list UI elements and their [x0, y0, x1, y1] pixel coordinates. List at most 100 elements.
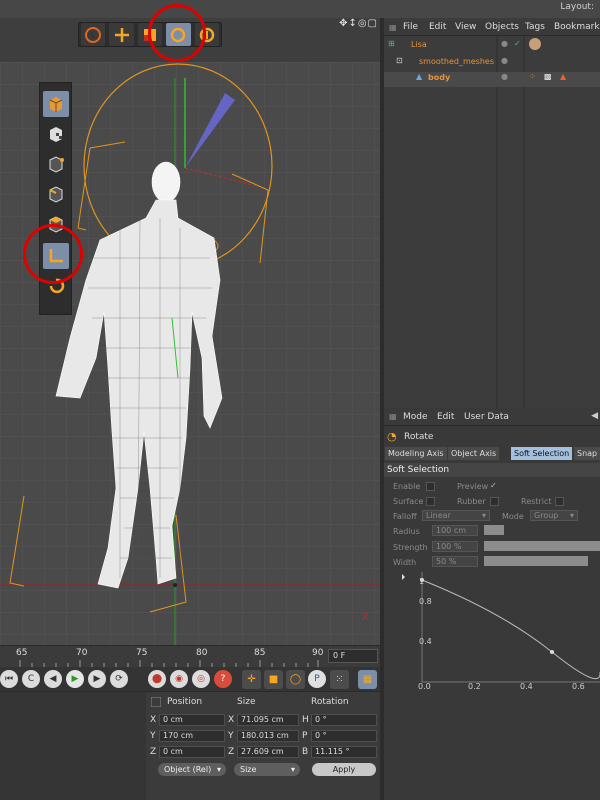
rotation-h-field[interactable]: 0 °: [311, 714, 377, 726]
step-back-icon: ◀: [49, 674, 57, 684]
texture-mode-button[interactable]: [43, 121, 69, 147]
graph-y-label: 0.8: [419, 597, 432, 606]
mode-dropdown[interactable]: Group ▾: [530, 510, 578, 521]
menu-file[interactable]: File: [403, 22, 418, 32]
previous-key-button[interactable]: C: [22, 670, 40, 688]
surface-checkbox[interactable]: [426, 497, 435, 506]
key-position-button[interactable]: ✛: [242, 670, 261, 689]
timeline-button[interactable]: ▦: [358, 670, 377, 689]
falloff-graph[interactable]: 1 0.8 0.4 0.0 0.2 0.4 0.6: [402, 572, 600, 692]
size-x-field[interactable]: 71.095 cm: [237, 714, 299, 726]
menu-tags[interactable]: Tags: [525, 22, 545, 32]
graph-x-label: 0.4: [520, 682, 533, 691]
record-active-button[interactable]: ◉: [170, 670, 188, 688]
size-mode-dropdown[interactable]: Size ▾: [234, 763, 300, 776]
tab-soft-selection[interactable]: Soft Selection: [511, 447, 573, 460]
texture-tag-icon[interactable]: ⁘: [529, 72, 536, 81]
pos-axis-label: Y: [150, 731, 156, 741]
menu-bookmarks[interactable]: Bookmarks: [554, 22, 600, 32]
autokey-button[interactable]: ◎: [192, 670, 210, 688]
play-icon: ▶: [71, 674, 79, 684]
material-panel: [0, 692, 146, 800]
section-header: Soft Selection: [384, 463, 600, 477]
checker-tag-icon[interactable]: ▩: [544, 72, 552, 81]
graph-x-label: 0.2: [468, 682, 481, 691]
model-mode-button[interactable]: [43, 91, 69, 117]
viewport-nav-icons[interactable]: ✥↕◎▢: [339, 18, 378, 29]
record-button[interactable]: ⬤: [148, 670, 166, 688]
rotation-b-field[interactable]: 11.115 °: [311, 746, 377, 758]
rubber-checkbox[interactable]: [490, 497, 499, 506]
coordinate-mode-dropdown[interactable]: Object (Rel) ▾: [158, 763, 226, 776]
position-y-field[interactable]: 170 cm: [159, 730, 225, 742]
object-name[interactable]: smoothed_meshes: [419, 57, 494, 66]
menu-objects[interactable]: Objects: [485, 22, 519, 32]
tab-object-axis[interactable]: Object Axis: [448, 447, 500, 460]
strength-slider[interactable]: [484, 541, 600, 551]
radius-field[interactable]: 100 cm: [432, 525, 478, 536]
film-icon: ▦: [362, 674, 373, 685]
help-key-button[interactable]: ?: [214, 670, 232, 688]
rotation-p-field[interactable]: 0 °: [311, 730, 377, 742]
menu-view[interactable]: View: [455, 22, 476, 32]
falloff-dropdown[interactable]: Linear ▾: [422, 510, 490, 521]
key-param-button[interactable]: P: [308, 670, 326, 688]
chevron-down-icon: ▾: [290, 765, 295, 774]
menu-user-data[interactable]: User Data: [464, 412, 509, 422]
move-button[interactable]: [109, 23, 134, 46]
layout-label[interactable]: Layout:: [560, 2, 594, 12]
visibility-dots-icon[interactable]: ●: [501, 39, 508, 48]
strength-field[interactable]: 100 %: [432, 541, 478, 552]
key-scale-button[interactable]: ■: [264, 670, 283, 689]
enable-checkbox[interactable]: [426, 482, 435, 491]
live-selection-button[interactable]: [81, 23, 106, 46]
play-button[interactable]: ▶: [66, 670, 84, 688]
timeline-ruler[interactable]: 65 70 75 80 85 90: [0, 645, 325, 667]
key-pla-button[interactable]: ⁙: [330, 670, 349, 689]
object-name[interactable]: Lisa: [411, 40, 427, 49]
frame-field[interactable]: 0 F: [328, 649, 378, 663]
chevron-down-icon: ▾: [569, 511, 574, 520]
restrict-label: Restrict: [521, 497, 552, 506]
edges-mode-button[interactable]: [43, 181, 69, 207]
object-row-lisa[interactable]: ⊞ Lisa ● ✓: [384, 38, 600, 54]
preview-checkbox[interactable]: ✓: [490, 481, 497, 490]
sphere-tag-icon[interactable]: [529, 38, 541, 50]
points-mode-button[interactable]: [43, 151, 69, 177]
position-x-field[interactable]: 0 cm: [159, 714, 225, 726]
key-rotation-button[interactable]: ◯: [286, 670, 305, 689]
next-frame-button[interactable]: ▶: [88, 670, 106, 688]
mode-label: Mode: [502, 512, 524, 521]
tab-snap[interactable]: Snap: [574, 447, 600, 460]
tab-modeling-axis[interactable]: Modeling Axis: [385, 447, 447, 460]
object-name[interactable]: body: [428, 73, 450, 82]
size-z-field[interactable]: 27.609 cm: [237, 746, 299, 758]
phong-tag-icon[interactable]: ▲: [560, 72, 566, 81]
apply-button[interactable]: Apply: [312, 763, 376, 776]
rubber-label: Rubber: [457, 497, 486, 506]
width-slider[interactable]: [484, 556, 588, 566]
points-icon: [49, 156, 64, 173]
previous-frame-button[interactable]: ◀: [44, 670, 62, 688]
rot-axis-label: H: [302, 715, 309, 725]
back-arrow-icon[interactable]: ◀: [591, 411, 598, 421]
checkmark-icon[interactable]: ✓: [514, 39, 521, 48]
skip-back-icon: ⏮: [4, 674, 14, 684]
object-row-body[interactable]: ▲ body ● ⁘ ▩ ▲: [384, 72, 600, 87]
go-to-start-button[interactable]: ⏮: [0, 670, 18, 688]
visibility-dots-icon[interactable]: ●: [501, 72, 508, 81]
go-to-end-button[interactable]: ⟳: [110, 670, 128, 688]
dots-icon: ⁙: [335, 674, 344, 685]
object-row-smoothed[interactable]: ⊡ smoothed_meshes ●: [384, 56, 600, 71]
size-y-field[interactable]: 180.013 cm: [237, 730, 299, 742]
falloff-curve: [402, 572, 600, 683]
width-field[interactable]: 50 %: [432, 556, 478, 567]
restrict-checkbox[interactable]: [555, 497, 564, 506]
radius-label: Radius: [393, 527, 420, 536]
radius-slider[interactable]: [484, 525, 504, 535]
position-z-field[interactable]: 0 cm: [159, 746, 225, 758]
menu-edit[interactable]: Edit: [429, 22, 446, 32]
menu-mode[interactable]: Mode: [403, 412, 428, 422]
menu-edit[interactable]: Edit: [437, 412, 454, 422]
visibility-dots-icon[interactable]: ●: [501, 56, 508, 65]
